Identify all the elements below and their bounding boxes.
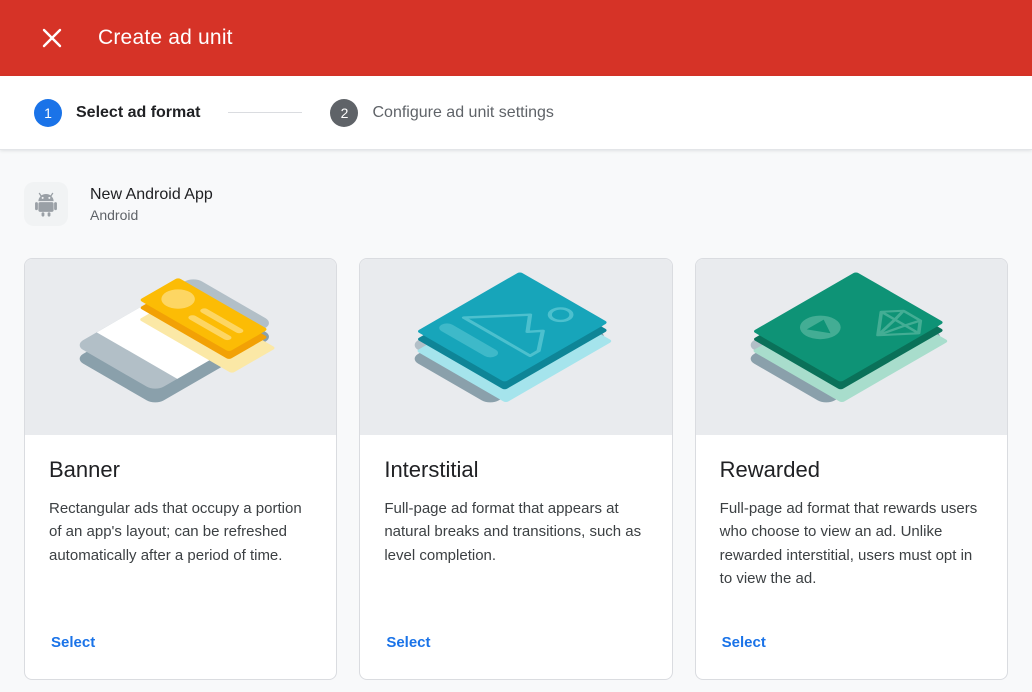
card-body: Banner Rectangular ads that occupy a por… bbox=[25, 435, 336, 679]
card-rewarded: Rewarded Full-page ad format that reward… bbox=[695, 258, 1008, 680]
app-meta: New Android App Android bbox=[90, 186, 213, 223]
create-ad-unit-header: Create ad unit bbox=[0, 0, 1032, 76]
close-icon bbox=[41, 27, 63, 49]
card-description: Rectangular ads that occupy a portion of… bbox=[49, 497, 312, 567]
card-title: Banner bbox=[49, 457, 312, 483]
rewarded-phone-illustration bbox=[696, 259, 1007, 435]
app-name: New Android App bbox=[90, 186, 213, 204]
select-rewarded-button[interactable]: Select bbox=[720, 630, 768, 655]
step-label: Configure ad unit settings bbox=[372, 104, 553, 122]
stepper: 1 Select ad format 2 Configure ad unit s… bbox=[0, 76, 1032, 150]
banner-phone-illustration bbox=[25, 259, 336, 435]
interstitial-phone-illustration bbox=[360, 259, 671, 435]
card-interstitial: Interstitial Full-page ad format that ap… bbox=[359, 258, 672, 680]
page-title: Create ad unit bbox=[98, 26, 233, 50]
app-info-row: New Android App Android bbox=[24, 182, 1008, 226]
card-banner: Banner Rectangular ads that occupy a por… bbox=[24, 258, 337, 680]
card-body: Interstitial Full-page ad format that ap… bbox=[360, 435, 671, 679]
close-button[interactable] bbox=[34, 20, 70, 56]
step-label: Select ad format bbox=[76, 104, 200, 122]
stepper-connector-line bbox=[228, 112, 302, 113]
step-number-badge: 1 bbox=[34, 99, 62, 127]
content-area: New Android App Android bbox=[0, 182, 1032, 680]
app-platform: Android bbox=[90, 207, 213, 223]
step-number-badge: 2 bbox=[330, 99, 358, 127]
create-ad-unit-page: { "header": { "title": "Create ad unit" … bbox=[0, 0, 1032, 692]
step-configure-ad-unit-settings: 2 Configure ad unit settings bbox=[330, 99, 553, 127]
card-body: Rewarded Full-page ad format that reward… bbox=[696, 435, 1007, 679]
app-icon bbox=[24, 182, 68, 226]
card-description: Full-page ad format that appears at natu… bbox=[384, 497, 647, 567]
android-robot-icon bbox=[33, 191, 59, 217]
card-description: Full-page ad format that rewards users w… bbox=[720, 497, 983, 590]
card-title: Rewarded bbox=[720, 457, 983, 483]
select-interstitial-button[interactable]: Select bbox=[384, 630, 432, 655]
card-title: Interstitial bbox=[384, 457, 647, 483]
step-select-ad-format: 1 Select ad format bbox=[34, 99, 200, 127]
select-banner-button[interactable]: Select bbox=[49, 630, 97, 655]
ad-format-cards: Banner Rectangular ads that occupy a por… bbox=[24, 258, 1008, 680]
